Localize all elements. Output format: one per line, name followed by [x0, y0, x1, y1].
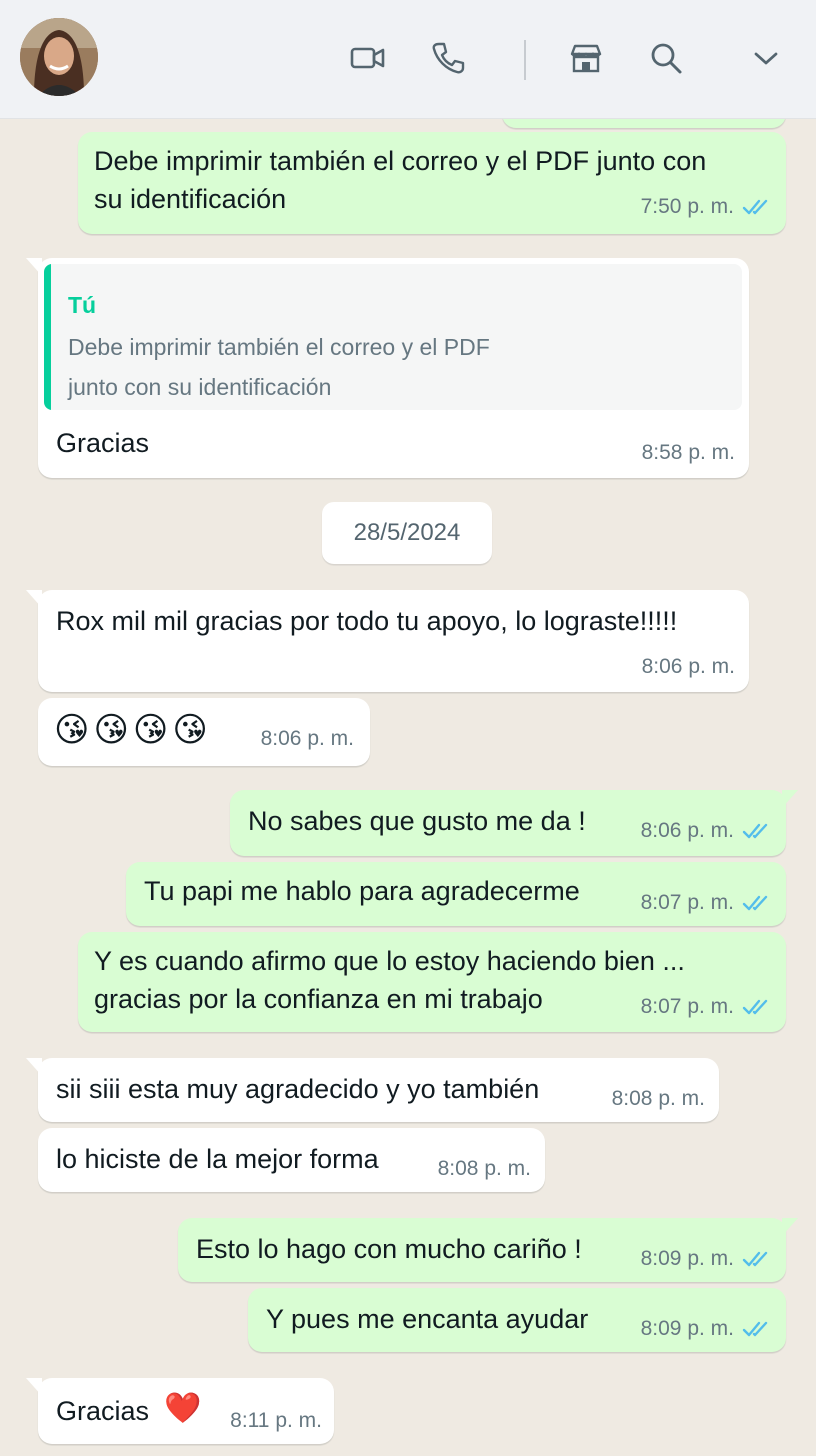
- message-meta: 8:11 p. m.: [230, 1402, 322, 1440]
- message-bubble-incoming-reply[interactable]: Tú Debe imprimir también el correo y el …: [26, 258, 749, 478]
- message-meta: 7:50 p. m.: [641, 188, 774, 226]
- quote-text: junto con su identificación: [68, 374, 332, 400]
- message-text: Y pues me encanta ayudar: [266, 1304, 589, 1334]
- heart-emoji: ❤️: [164, 1392, 202, 1425]
- chat-area[interactable]: Debe imprimir también el correo y el PDF…: [0, 98, 816, 1456]
- read-receipt-icon: [742, 895, 768, 911]
- message-meta: 8:09 p. m.: [641, 1240, 774, 1278]
- message-meta: 8:58 p. m.: [642, 434, 735, 472]
- date-separator: 28/5/2024: [322, 502, 492, 564]
- read-receipt-icon: [742, 199, 768, 215]
- quoted-message[interactable]: Tú Debe imprimir también el correo y el …: [44, 264, 742, 410]
- message-text: No sabes que gusto me da !: [248, 806, 586, 836]
- quote-accent-bar: [44, 264, 51, 410]
- message-emoji: 😘😘😘😘: [54, 711, 212, 749]
- message-text: Debe imprimir también el correo y el PDF…: [94, 146, 707, 176]
- phone-icon[interactable]: [430, 40, 466, 76]
- message-bubble-outgoing[interactable]: Tu papi me hablo para agradecerme 8:07 p…: [126, 862, 786, 926]
- message-bubble-incoming[interactable]: sii siii esta muy agradecido y yo tambié…: [26, 1058, 719, 1122]
- message-time: 8:09 p. m.: [640, 1317, 734, 1340]
- message-time: 8:06 p. m.: [641, 655, 735, 678]
- message-bubble-incoming[interactable]: Gracias ❤️ 8:11 p. m.: [26, 1378, 334, 1444]
- message-bubble-outgoing[interactable]: Esto lo hago con mucho cariño ! 8:09 p. …: [178, 1218, 798, 1282]
- message-text: su identificación: [94, 184, 287, 214]
- read-receipt-icon: [742, 1321, 768, 1337]
- contact-avatar[interactable]: [20, 18, 98, 96]
- message-text: gracias por la confianza en mi trabajo: [94, 984, 543, 1014]
- chat-header: [0, 0, 816, 119]
- search-icon[interactable]: [648, 40, 684, 76]
- message-time: 8:06 p. m.: [260, 727, 354, 750]
- read-receipt-icon: [742, 823, 768, 839]
- message-bubble-outgoing[interactable]: Debe imprimir también el correo y el PDF…: [78, 132, 786, 234]
- message-time: 8:11 p. m.: [230, 1409, 322, 1432]
- message-time: 8:58 p. m.: [641, 441, 735, 464]
- message-meta: 8:08 p. m.: [438, 1150, 531, 1188]
- message-time: 8:07 p. m.: [640, 995, 734, 1018]
- read-receipt-icon: [742, 999, 768, 1015]
- message-bubble-incoming[interactable]: 😘😘😘😘 8:06 p. m.: [38, 698, 370, 766]
- message-meta: 8:09 p. m.: [641, 1310, 774, 1348]
- message-time: 8:08 p. m.: [611, 1087, 705, 1110]
- message-text: sii siii esta muy agradecido y yo tambié…: [56, 1074, 540, 1104]
- video-call-icon[interactable]: [350, 40, 386, 76]
- header-divider: [524, 40, 526, 80]
- message-meta: 8:07 p. m.: [641, 884, 774, 922]
- chevron-down-icon[interactable]: [748, 40, 784, 76]
- message-bubble-outgoing[interactable]: No sabes que gusto me da ! 8:06 p. m.: [230, 790, 798, 856]
- message-time: 8:08 p. m.: [437, 1157, 531, 1180]
- message-meta: 8:06 p. m.: [261, 720, 354, 758]
- message-time: 7:50 p. m.: [640, 195, 734, 218]
- message-text: Y es cuando afirmo que lo estoy haciendo…: [94, 946, 685, 976]
- quote-author: Tú: [68, 292, 97, 318]
- message-time: 8:09 p. m.: [640, 1247, 734, 1270]
- message-text: Gracias: [56, 428, 150, 458]
- quote-text: Debe imprimir también el correo y el PDF: [68, 334, 490, 360]
- message-meta: 8:06 p. m.: [642, 648, 735, 686]
- message-time: 8:07 p. m.: [640, 891, 734, 914]
- message-meta: 8:06 p. m.: [641, 812, 774, 850]
- message-bubble-outgoing[interactable]: Y pues me encanta ayudar 8:09 p. m.: [248, 1288, 786, 1352]
- message-text: lo hiciste de la mejor forma: [56, 1144, 379, 1174]
- store-icon[interactable]: [568, 40, 604, 76]
- message-meta: 8:08 p. m.: [612, 1080, 705, 1118]
- message-text: Gracias: [56, 1396, 150, 1426]
- read-receipt-icon: [742, 1251, 768, 1267]
- message-text: Rox mil mil gracias por todo tu apoyo, l…: [56, 606, 678, 636]
- message-meta: 8:07 p. m.: [641, 988, 774, 1026]
- message-bubble-outgoing[interactable]: Y es cuando afirmo que lo estoy haciendo…: [78, 932, 786, 1032]
- message-time: 8:06 p. m.: [640, 819, 734, 842]
- message-bubble-incoming[interactable]: lo hiciste de la mejor forma 8:08 p. m.: [38, 1128, 545, 1192]
- message-text: Tu papi me hablo para agradecerme: [144, 876, 580, 906]
- message-bubble-incoming[interactable]: Rox mil mil gracias por todo tu apoyo, l…: [26, 590, 749, 692]
- message-text: Esto lo hago con mucho cariño !: [196, 1234, 582, 1264]
